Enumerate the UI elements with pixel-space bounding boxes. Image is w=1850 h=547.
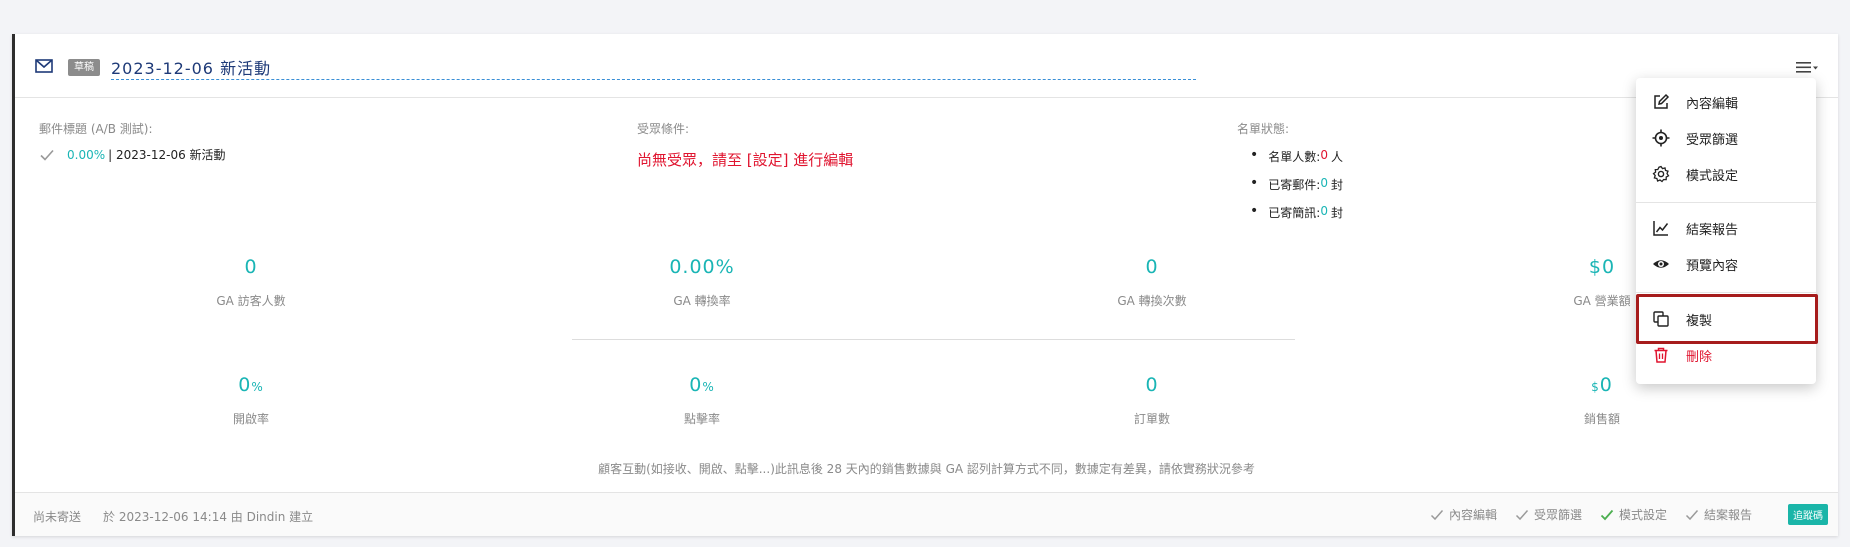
metric-ga-conversion-rate: 0.00% GA 轉換率 (602, 256, 802, 309)
previous-card-strip (0, 0, 1850, 34)
metric-value: 0 (238, 374, 252, 396)
status-item-label: 已寄郵件: (1268, 178, 1321, 192)
trash-icon (1654, 347, 1668, 363)
metric-value: 0.00% (669, 256, 735, 278)
metric-open-rate: 0% 開啟率 (151, 374, 351, 427)
menu-divider (1636, 202, 1816, 203)
audience-label: 受眾條件: (637, 122, 690, 136)
footer-step-label: 模式設定 (1618, 508, 1667, 522)
check-icon (1685, 509, 1699, 520)
status-item-value: 0 (1320, 148, 1328, 162)
subject-row: 0.00% | 2023-12-06 新活動 (39, 146, 226, 163)
footer-step-mode[interactable]: 模式設定 (1600, 506, 1667, 523)
chart-icon (1653, 221, 1669, 236)
menu-item-label: 刪除 (1686, 349, 1713, 365)
menu-item-label: 預覽內容 (1686, 258, 1739, 274)
footer-step-report[interactable]: 結案報告 (1685, 506, 1752, 523)
copy-icon (1653, 311, 1669, 327)
check-icon (1600, 509, 1614, 520)
eye-icon (1653, 260, 1669, 268)
metric-label: 銷售額 (1583, 412, 1620, 426)
menu-item-preview[interactable]: 預覽內容 (1636, 246, 1816, 282)
metric-click-rate: 0% 點擊率 (602, 374, 802, 427)
audience-warning: 尚無受眾，請至 [設定] 進行編輯 (637, 151, 854, 169)
menu-item-mode-settings[interactable]: 模式設定 (1636, 156, 1816, 192)
menu-item-final-report[interactable]: 結案報告 (1636, 210, 1816, 246)
subject-label: 郵件標題 (A/B 測試): (39, 122, 153, 136)
status-item-label: 已寄簡訊: (1268, 206, 1321, 220)
subject-open-rate: 0.00% (67, 147, 106, 162)
status-item-unit: 封 (1330, 206, 1343, 220)
menu-toggle-icon[interactable] (1794, 58, 1820, 76)
footer-step-label: 結案報告 (1703, 508, 1752, 522)
menu-item-label: 受眾篩選 (1686, 132, 1739, 148)
menu-item-duplicate[interactable]: 複製 (1636, 301, 1816, 337)
status-item-value: 0 (1320, 204, 1328, 218)
edit-icon (1654, 93, 1670, 109)
tracking-code-badge[interactable]: 追蹤碼 (1788, 504, 1828, 525)
gear-icon (1652, 165, 1670, 183)
metric-value: 0 (1145, 374, 1159, 396)
metric-prefix: $ (1591, 380, 1600, 394)
campaign-card-footer: 尚未寄送 於 2023-12-06 14:14 由 Dindin 建立 內容編輯… (15, 492, 1838, 536)
list-item: 已寄簡訊: 0 封 (1250, 204, 1343, 232)
footer-step-label: 受眾篩選 (1533, 508, 1582, 522)
metric-value: 0 (1599, 374, 1613, 396)
metric-label: 訂單數 (1133, 412, 1170, 426)
list-item: 已寄郵件: 0 封 (1250, 176, 1343, 204)
menu-item-audience-filter[interactable]: 受眾篩選 (1636, 120, 1816, 156)
menu-item-label: 結案報告 (1686, 222, 1739, 238)
metric-value: 0 (1145, 256, 1159, 278)
status-item-unit: 封 (1330, 178, 1343, 192)
campaign-card: 草稿 郵件標題 (A/B 測試): 0.00% | 2023-12-06 新活動… (12, 34, 1838, 536)
attribution-note: 顧客互動(如接收、開啟、點擊...)此訊息後 28 天內的銷售數據與 GA 認列… (598, 462, 1255, 476)
menu-divider (1636, 292, 1816, 293)
status-item-value: 0 (1320, 176, 1328, 190)
metric-label: 開啟率 (232, 412, 269, 426)
send-status: 尚未寄送 (33, 510, 82, 524)
check-icon (1430, 509, 1443, 520)
status-item-label: 名單人數: (1268, 150, 1321, 164)
check-icon (1515, 509, 1529, 520)
metric-orders: 0 訂單數 (1052, 374, 1252, 427)
footer-step-label: 內容編輯 (1448, 508, 1497, 522)
campaign-card-header: 草稿 (15, 34, 1838, 98)
campaign-actions-menu: 內容編輯 受眾篩選 模式設定 結案報告 預覽內容 複製 刪除 (1636, 78, 1818, 384)
check-icon (40, 149, 54, 161)
status-item-unit: 人 (1330, 150, 1343, 164)
campaign-title-input[interactable] (111, 54, 1196, 80)
metric-suffix: % (702, 380, 715, 394)
metric-ga-visitors: 0 GA 訪客人數 (151, 256, 351, 309)
crosshair-icon (1652, 129, 1670, 147)
metric-value: 0 (244, 256, 258, 278)
created-info: 於 2023-12-06 14:14 由 Dindin 建立 (103, 510, 314, 524)
list-item: 名單人數: 0 人 (1250, 148, 1343, 176)
list-status-label: 名單狀態: (1237, 122, 1290, 136)
footer-step-audience[interactable]: 受眾篩選 (1515, 506, 1582, 523)
draft-badge: 草稿 (68, 59, 100, 76)
menu-item-label: 內容編輯 (1686, 96, 1739, 112)
metric-label: GA 轉換次數 (1117, 294, 1187, 308)
metric-ga-conversions: 0 GA 轉換次數 (1052, 256, 1252, 309)
menu-item-label: 複製 (1686, 313, 1713, 329)
metric-label: 點擊率 (683, 412, 720, 426)
metric-label: GA 訪客人數 (216, 294, 286, 308)
mail-icon (35, 59, 53, 73)
menu-item-delete[interactable]: 刪除 (1636, 337, 1816, 373)
footer-step-content-edit[interactable]: 內容編輯 (1430, 506, 1497, 523)
metrics-divider (572, 339, 1295, 340)
metric-value: 0 (689, 374, 703, 396)
metric-label: GA 轉換率 (673, 294, 731, 308)
list-status-list: 名單人數: 0 人 已寄郵件: 0 封 已寄簡訊: 0 封 (1250, 148, 1343, 232)
metric-suffix: % (251, 380, 264, 394)
subject-text: | 2023-12-06 新活動 (108, 148, 226, 162)
menu-item-content-edit[interactable]: 內容編輯 (1636, 84, 1816, 120)
menu-item-label: 模式設定 (1686, 168, 1739, 184)
